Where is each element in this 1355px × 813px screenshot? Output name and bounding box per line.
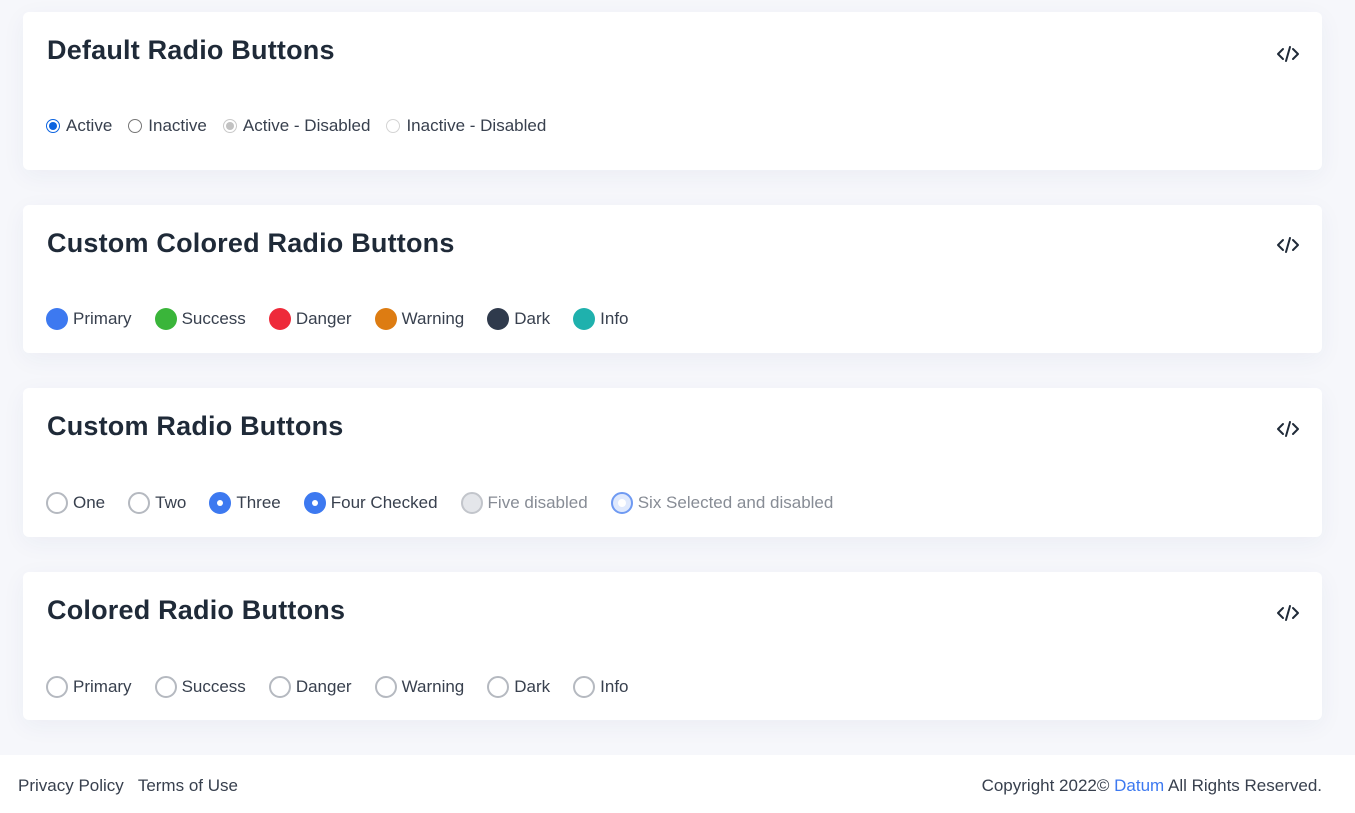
radio-info[interactable]: Info — [573, 308, 629, 330]
radio-label: Six Selected and disabled — [637, 493, 834, 512]
radio-six-selected-disabled: Six Selected and disabled — [610, 492, 834, 514]
radio-circle[interactable] — [154, 676, 177, 698]
radio-label: Primary — [73, 309, 132, 328]
card-title: Colored Radio Buttons — [47, 595, 346, 625]
card-title: Default Radio Buttons — [47, 35, 335, 65]
radio-circle[interactable] — [573, 676, 596, 698]
radio-label: Two — [155, 493, 187, 512]
copyright: Copyright 2022© Datum All Rights Reserve… — [982, 776, 1322, 796]
radio-label: One — [73, 493, 106, 512]
radio-circle[interactable] — [487, 676, 510, 698]
radio-label: Info — [600, 309, 629, 328]
radio-circle[interactable] — [268, 676, 291, 698]
radio-inactive-disabled: Inactive - Disabled — [386, 116, 546, 136]
radio-danger[interactable]: Danger — [268, 676, 352, 698]
radio-label: Inactive - Disabled — [406, 116, 547, 135]
color-dot[interactable] — [268, 308, 291, 330]
radio-inactive[interactable]: Inactive — [128, 116, 207, 136]
code-icon[interactable] — [1276, 236, 1300, 254]
radio-circle[interactable] — [46, 492, 68, 514]
radio-label: Active — [66, 116, 113, 135]
footer-links: Privacy Policy Terms of Use — [18, 776, 252, 796]
radio-label: Danger — [295, 309, 352, 328]
color-dot[interactable] — [374, 308, 397, 330]
custom-colored-radio-card: Custom Colored Radio Buttons Primary Suc… — [23, 205, 1322, 353]
card-title: Custom Radio Buttons — [47, 411, 344, 441]
radio-circle[interactable] — [374, 676, 397, 698]
radio-circle[interactable] — [128, 119, 143, 133]
radio-dark[interactable]: Dark — [487, 308, 550, 330]
radio-active[interactable]: Active — [46, 116, 112, 136]
radio-label: Dark — [514, 677, 551, 696]
page: Default Radio Buttons Active Inactive Ac… — [0, 0, 1355, 813]
radio-circle — [610, 492, 633, 514]
radio-three[interactable]: Three — [209, 492, 281, 514]
radio-label: Four Checked — [330, 493, 438, 512]
radio-label: Info — [600, 677, 629, 696]
default-radio-card: Default Radio Buttons Active Inactive Ac… — [23, 12, 1322, 170]
radio-label: Primary — [73, 677, 132, 696]
radio-label: Active - Disabled — [242, 116, 371, 135]
footer: Privacy Policy Terms of Use Copyright 20… — [0, 755, 1355, 813]
code-icon[interactable] — [1276, 45, 1300, 63]
radio-two[interactable]: Two — [128, 492, 186, 514]
radio-active-disabled: Active - Disabled — [222, 116, 371, 136]
radio-label: Inactive — [148, 116, 207, 135]
radio-label: Success — [181, 677, 246, 696]
colored-dot-group: Primary Success Danger Warning Dark Info — [46, 308, 629, 330]
radio-circle[interactable] — [128, 492, 151, 514]
radio-label: Dark — [514, 309, 551, 328]
terms-of-use-link[interactable]: Terms of Use — [138, 776, 238, 796]
radio-success[interactable]: Success — [154, 308, 246, 330]
radio-label: Warning — [401, 309, 465, 328]
colored-radio-card: Colored Radio Buttons Primary Success Da… — [23, 572, 1322, 720]
card-title: Custom Colored Radio Buttons — [47, 228, 455, 258]
color-dot[interactable] — [573, 308, 596, 330]
radio-label: Warning — [401, 677, 465, 696]
radio-label: Five disabled — [487, 493, 588, 512]
radio-circle[interactable] — [303, 492, 326, 514]
radio-dark[interactable]: Dark — [487, 676, 550, 698]
privacy-policy-link[interactable]: Privacy Policy — [18, 776, 124, 796]
custom-radio-group: One Two Three Four Checked Five disabled… — [46, 492, 833, 514]
radio-five-disabled: Five disabled — [460, 492, 588, 514]
default-radio-group: Active Inactive Active - Disabled Inacti… — [46, 116, 546, 136]
radio-success[interactable]: Success — [154, 676, 246, 698]
radio-danger[interactable]: Danger — [268, 308, 352, 330]
radio-primary[interactable]: Primary — [46, 676, 132, 698]
color-dot[interactable] — [487, 308, 510, 330]
radio-circle — [386, 119, 401, 133]
radio-warning[interactable]: Warning — [374, 676, 465, 698]
brand-link[interactable]: Datum — [1114, 776, 1164, 796]
custom-radio-card: Custom Radio Buttons One Two Three Four … — [23, 388, 1322, 537]
radio-circle[interactable] — [209, 492, 232, 514]
code-icon[interactable] — [1276, 420, 1300, 438]
radio-circle — [222, 119, 237, 133]
radio-circle — [460, 492, 483, 514]
radio-label: Success — [181, 309, 246, 328]
radio-one[interactable]: One — [46, 492, 105, 514]
code-icon[interactable] — [1276, 604, 1300, 622]
color-dot[interactable] — [154, 308, 177, 330]
colored-radio-group: Primary Success Danger Warning Dark Info — [46, 676, 629, 698]
radio-circle[interactable] — [46, 119, 60, 133]
color-dot[interactable] — [46, 308, 68, 330]
radio-label: Three — [236, 493, 281, 512]
radio-warning[interactable]: Warning — [374, 308, 465, 330]
radio-circle[interactable] — [46, 676, 68, 698]
copyright-suffix: All Rights Reserved. — [1164, 776, 1322, 795]
radio-info[interactable]: Info — [573, 676, 629, 698]
radio-four-checked[interactable]: Four Checked — [303, 492, 438, 514]
radio-primary[interactable]: Primary — [46, 308, 132, 330]
copyright-prefix: Copyright 2022© — [981, 776, 1115, 795]
radio-label: Danger — [295, 677, 352, 696]
